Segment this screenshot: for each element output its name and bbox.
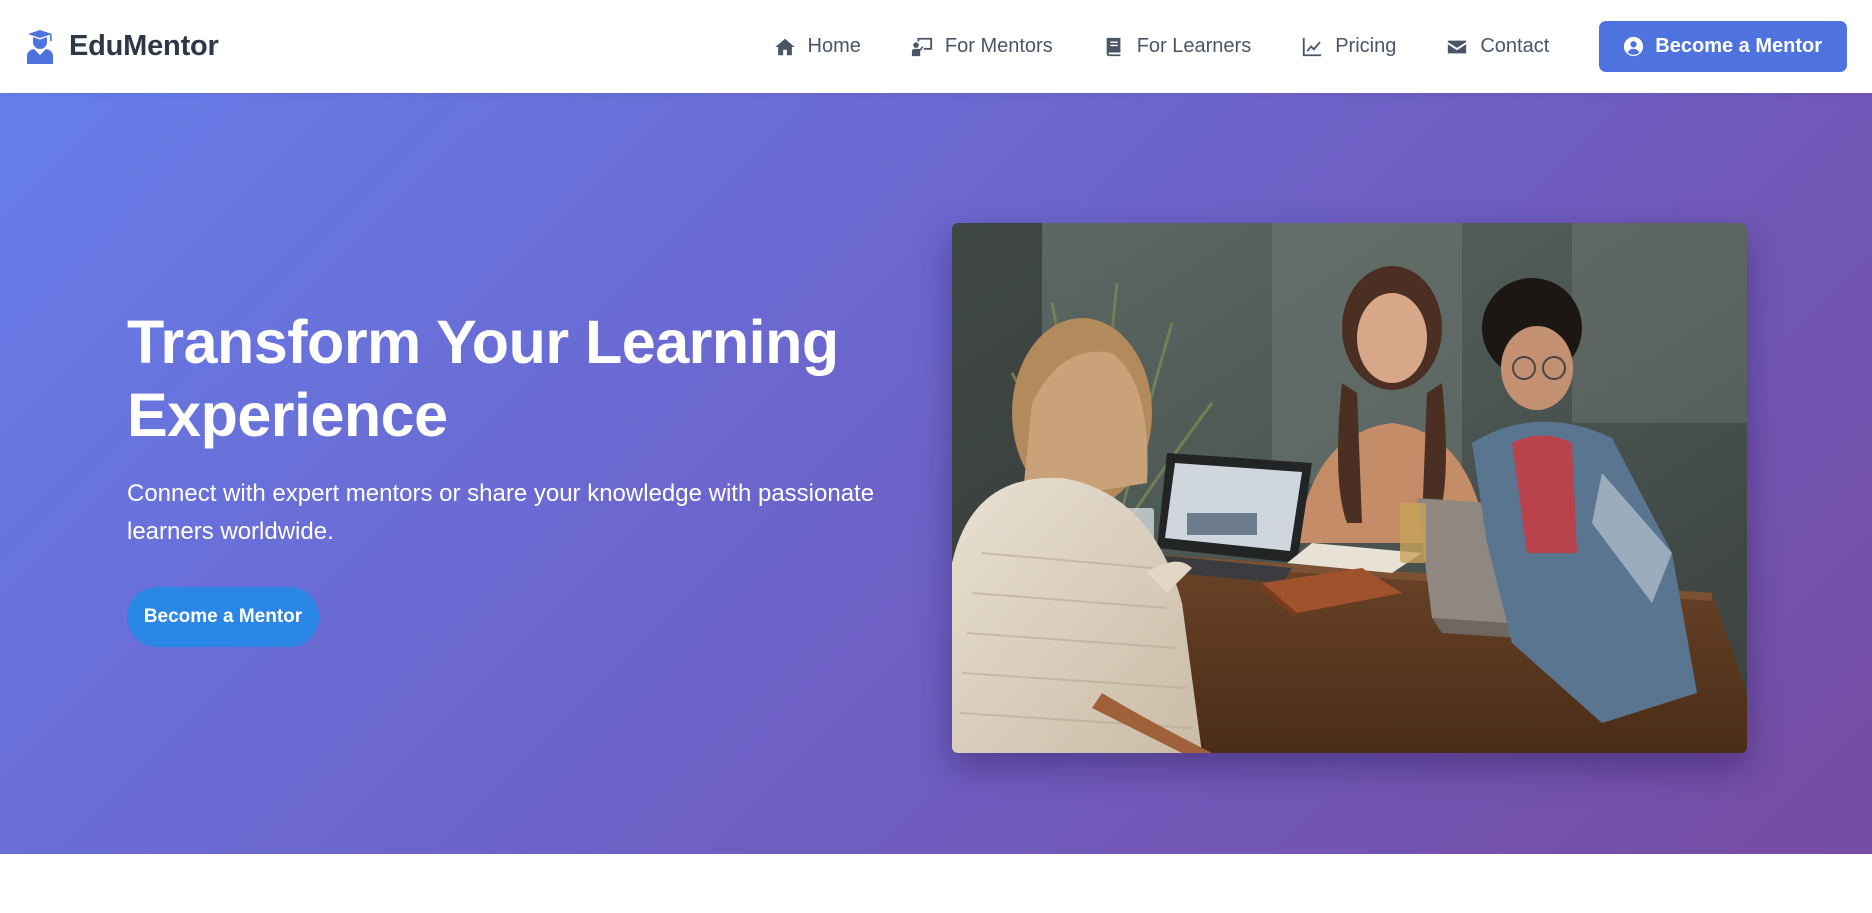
become-mentor-nav-button[interactable]: Become a Mentor [1599, 21, 1847, 72]
nav-item-label: Contact [1480, 35, 1550, 57]
top-navbar: EduMentor Home For Mentors For Learners [0, 0, 1872, 93]
book-icon [1106, 37, 1121, 56]
nav-item-home[interactable]: Home [774, 0, 861, 93]
main-nav: Home For Mentors For Learners Pricing Co… [774, 0, 1847, 93]
nav-item-label: Home [807, 35, 861, 57]
nav-item-label: For Learners [1136, 35, 1252, 57]
nav-item-label: Pricing [1335, 35, 1397, 57]
home-icon [774, 38, 795, 55]
nav-item-contact[interactable]: Contact [1446, 0, 1549, 93]
graduate-icon [25, 29, 55, 64]
hero-subtitle: Connect with expert mentors or share you… [127, 480, 875, 545]
nav-item-label: For Mentors [944, 35, 1053, 57]
chalkboard-teacher-icon [911, 37, 932, 56]
hero-section: Transform Your Learning Experience Conne… [0, 93, 1872, 854]
nav-cta-label: Become a Mentor [1655, 35, 1822, 57]
content-area [0, 854, 1872, 913]
become-mentor-hero-button[interactable]: Become a Mentor [127, 587, 319, 647]
brand-logo[interactable]: EduMentor [25, 29, 219, 64]
envelope-icon [1448, 40, 1467, 53]
nav-item-pricing[interactable]: Pricing [1301, 0, 1396, 93]
user-circle-icon [1624, 36, 1644, 57]
hero-photo [952, 223, 1747, 753]
nav-item-for-mentors[interactable]: For Mentors [911, 0, 1053, 93]
chart-line-icon [1303, 37, 1322, 56]
brand-name: EduMentor [69, 30, 219, 62]
hero-title: Transform Your Learning Experience [127, 308, 839, 449]
nav-item-for-learners[interactable]: For Learners [1103, 0, 1252, 93]
